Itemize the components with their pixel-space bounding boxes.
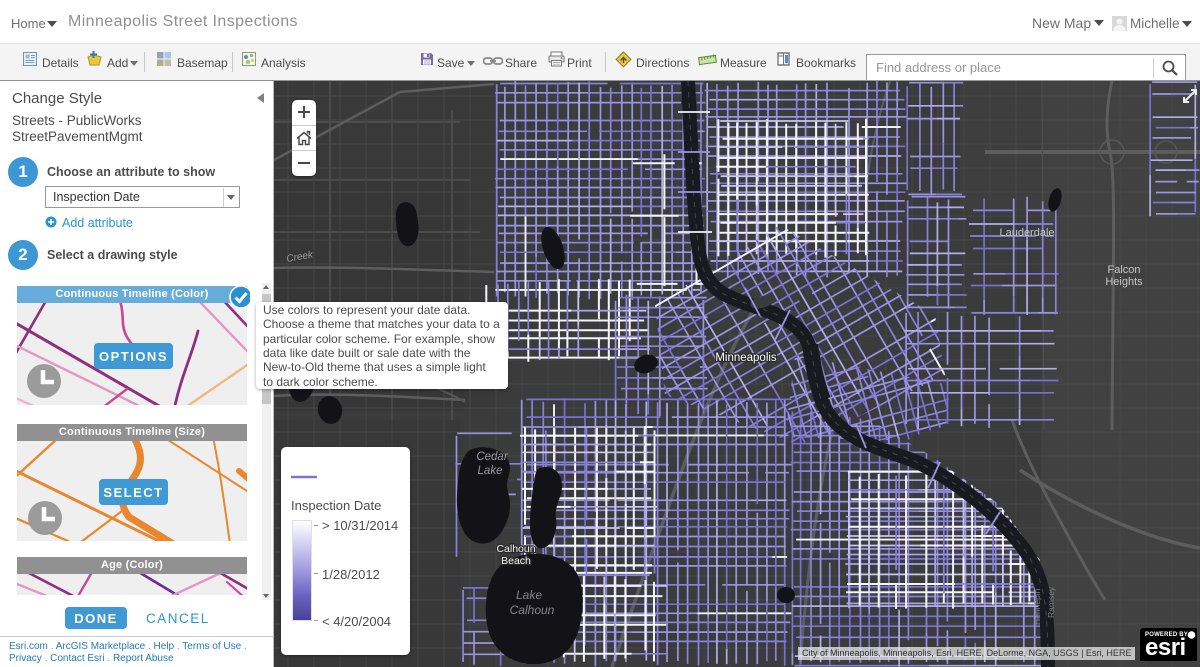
svg-text:Calhoun: Calhoun: [496, 543, 535, 555]
svg-text:Beach: Beach: [501, 555, 531, 567]
svg-text:Cedar: Cedar: [476, 451, 508, 463]
svg-text:Hennepin: Hennepin: [1032, 588, 1042, 625]
svg-text:Calhoun: Calhoun: [510, 603, 555, 617]
svg-text:Ramsey: Ramsey: [1046, 586, 1056, 618]
svg-text:Minneapolis: Minneapolis: [715, 352, 777, 364]
svg-text:Falcon: Falcon: [1107, 264, 1140, 276]
svg-text:Lake: Lake: [478, 465, 503, 477]
svg-text:Heights: Heights: [1105, 276, 1143, 288]
svg-text:Lauderdale: Lauderdale: [999, 227, 1054, 239]
svg-text:Lake: Lake: [516, 588, 542, 602]
